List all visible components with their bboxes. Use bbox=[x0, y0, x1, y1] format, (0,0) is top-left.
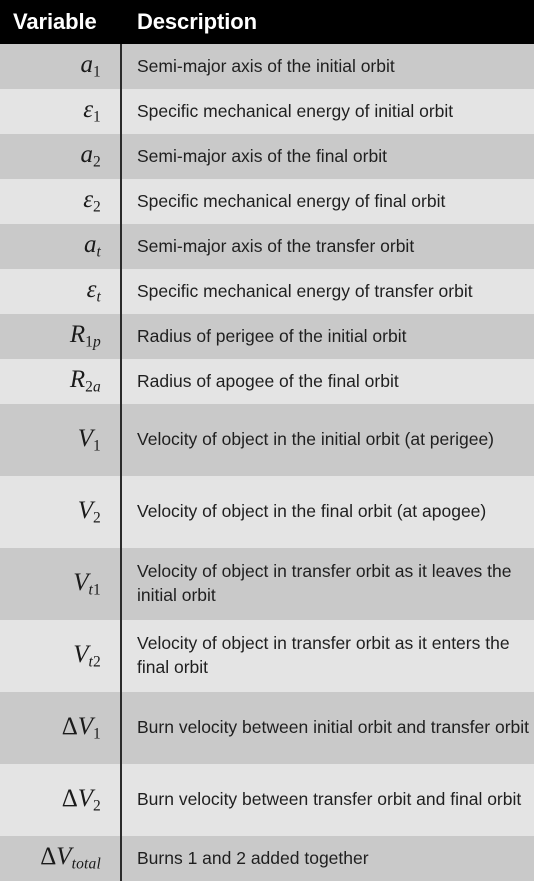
variable-cell: R1p bbox=[69, 321, 101, 352]
variable-cell: a1 bbox=[80, 51, 101, 82]
variable-subscript: 2 bbox=[93, 509, 101, 527]
table-row: a2 Semi-major axis of the final orbit bbox=[0, 134, 534, 179]
table-row: V2 Velocity of object in the final orbit … bbox=[0, 476, 534, 548]
description-cell: Burn velocity between initial orbit and … bbox=[137, 717, 530, 738]
table-row: V1 Velocity of object in the initial orbi… bbox=[0, 404, 534, 476]
variable-subscript: 1 bbox=[93, 64, 101, 82]
description-cell: Radius of perigee of the initial orbit bbox=[137, 325, 407, 346]
variable-subscript: 1 bbox=[93, 725, 101, 743]
variable-cell: ΔV2 bbox=[61, 784, 101, 815]
variable-subscript: 2 bbox=[93, 797, 101, 815]
variable-cell: ΔVtotal bbox=[40, 843, 101, 874]
table-row: ɛ1 Specific mechanical energy of initial … bbox=[0, 89, 534, 134]
description-cell: Burn velocity between transfer orbit and… bbox=[137, 789, 522, 810]
variable-description-table: Variable Description a1 Semi-major axis o… bbox=[0, 0, 534, 881]
variable-cell: at bbox=[83, 231, 101, 262]
table-row: Vt2 Velocity of object in transfer orbit … bbox=[0, 620, 534, 692]
table-row: ΔV2 Burn velocity between transfer orbit … bbox=[0, 764, 534, 836]
variable-subscript: 1 bbox=[93, 109, 101, 127]
table-row: ɛ2 Specific mechanical energy of final or… bbox=[0, 179, 534, 224]
variable-subscript: t1 bbox=[88, 581, 101, 599]
description-cell: Velocity of object in transfer orbit as … bbox=[137, 561, 512, 605]
description-cell: Specific mechanical energy of initial or… bbox=[137, 100, 454, 121]
table-row: R1p Radius of perigee of the initial orbi… bbox=[0, 314, 534, 359]
variable-subscript: 1 bbox=[93, 437, 101, 455]
variable-subscript: 2 bbox=[93, 154, 101, 172]
description-cell: Radius of apogee of the final orbit bbox=[137, 370, 399, 391]
description-cell: Semi-major axis of the transfer orbit bbox=[137, 235, 415, 256]
variable-cell: a2 bbox=[80, 141, 101, 172]
table-body: a1 Semi-major axis of the initial orbit ɛ1… bbox=[0, 44, 534, 881]
description-cell: Specific mechanical energy of final orbi… bbox=[137, 190, 446, 211]
variable-cell: Vt1 bbox=[73, 568, 101, 599]
description-cell: Semi-major axis of the initial orbit bbox=[137, 55, 395, 76]
table-row: ɛt Specific mechanical energy of transfer… bbox=[0, 269, 534, 314]
variable-subscript: 2a bbox=[85, 379, 101, 397]
description-cell: Velocity of object in the initial orbit … bbox=[137, 429, 494, 450]
table-row: R2a Radius of apogee of the final orbit bbox=[0, 359, 534, 404]
variable-subscript: 1p bbox=[85, 334, 101, 352]
variable-cell: V2 bbox=[77, 496, 101, 527]
column-header-description: Description bbox=[137, 9, 257, 34]
variable-cell: Vt2 bbox=[73, 640, 101, 671]
variable-subscript: t2 bbox=[88, 653, 101, 671]
variable-cell: ΔV1 bbox=[61, 712, 101, 743]
table-row: ΔV1 Burn velocity between initial orbit a… bbox=[0, 692, 534, 764]
table-row: Vt1 Velocity of object in transfer orbit … bbox=[0, 548, 534, 620]
variable-subscript: 2 bbox=[93, 199, 101, 217]
variable-cell: ɛt bbox=[86, 276, 101, 307]
variable-subscript: t bbox=[96, 289, 101, 307]
description-cell: Velocity of object in the final orbit (a… bbox=[137, 501, 487, 522]
description-cell: Burns 1 and 2 added together bbox=[137, 847, 369, 868]
variable-cell: V1 bbox=[77, 424, 101, 455]
variable-cell: ɛ1 bbox=[83, 96, 101, 127]
variable-cell: ɛ2 bbox=[83, 186, 101, 217]
variable-subscript: t bbox=[96, 244, 101, 262]
table-row: a1 Semi-major axis of the initial orbit bbox=[0, 44, 534, 89]
table-header-row: Variable Description bbox=[0, 0, 534, 44]
description-cell: Velocity of object in transfer orbit as … bbox=[137, 633, 510, 677]
variable-cell: R2a bbox=[69, 366, 101, 397]
description-cell: Semi-major axis of the final orbit bbox=[137, 145, 387, 166]
description-cell: Specific mechanical energy of transfer o… bbox=[137, 280, 473, 301]
column-header-variable: Variable bbox=[13, 9, 97, 34]
table-row: at Semi-major axis of the transfer orbit bbox=[0, 224, 534, 269]
